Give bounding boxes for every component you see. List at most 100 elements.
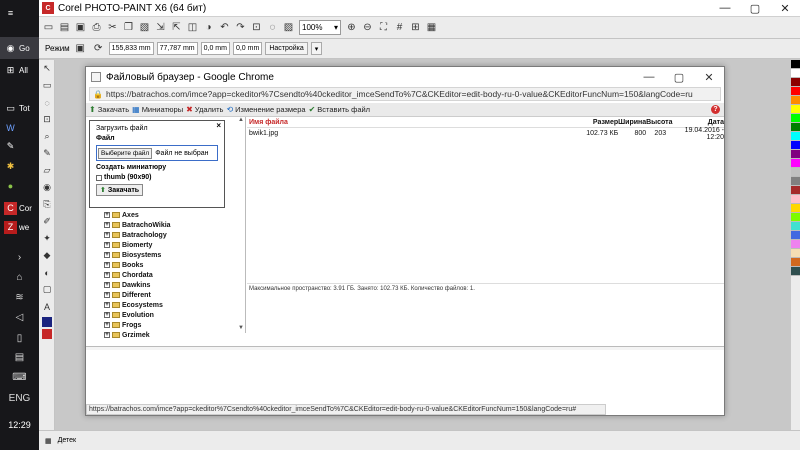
- panel-divider[interactable]: [86, 346, 724, 350]
- address-bar[interactable]: 🔒 https://batrachos.com/imce?app=ckedito…: [89, 87, 721, 101]
- taskbar-item-filezilla[interactable]: Zwe: [0, 216, 39, 238]
- expand-icon[interactable]: +: [104, 312, 110, 318]
- palette-color-swatch[interactable]: [791, 141, 800, 150]
- zoom-select[interactable]: 100% ▾: [299, 20, 341, 35]
- coord-x-field[interactable]: 155,833 mm: [108, 42, 154, 55]
- tree-item[interactable]: + Biosystems: [104, 250, 161, 260]
- maximize-button[interactable]: ▢: [740, 0, 770, 17]
- tree-item[interactable]: + Books: [104, 260, 143, 270]
- palette-color-swatch[interactable]: [791, 150, 800, 159]
- pick-tool-icon[interactable]: ↖: [39, 60, 55, 77]
- chrome-minimize-button[interactable]: —: [634, 67, 664, 87]
- expand-icon[interactable]: +: [104, 302, 110, 308]
- chrome-close-button[interactable]: ✕: [694, 67, 724, 87]
- object-icon[interactable]: ▨: [281, 20, 296, 36]
- palette-color-swatch[interactable]: [791, 78, 800, 87]
- notification-icon[interactable]: ▤: [0, 352, 39, 363]
- palette-color-swatch[interactable]: [791, 159, 800, 168]
- chrome-maximize-button[interactable]: ▢: [664, 67, 694, 87]
- close-button[interactable]: ✕: [770, 0, 800, 17]
- coord-y-field[interactable]: 77,787 mm: [156, 42, 198, 55]
- mask-tool-icon[interactable]: ▭: [39, 77, 55, 94]
- copy-icon[interactable]: ❐: [121, 20, 136, 36]
- text-tool-icon[interactable]: A: [39, 298, 55, 315]
- resize-button[interactable]: ⟲ Изменение размера: [226, 105, 305, 114]
- clock[interactable]: 12:29: [0, 420, 39, 430]
- taskbar-item-app[interactable]: ●: [0, 175, 39, 197]
- tree-item[interactable]: + Grzimek: [104, 330, 150, 340]
- new-file-icon[interactable]: ▭: [41, 20, 56, 36]
- palette-color-swatch[interactable]: [791, 204, 800, 213]
- adjust-icon[interactable]: ◑: [201, 20, 216, 36]
- zoom-fit-icon[interactable]: ⊕: [344, 20, 359, 36]
- tree-item[interactable]: + Axes: [104, 210, 139, 220]
- background-color-swatch[interactable]: [42, 329, 52, 339]
- reset-icon[interactable]: ⟳: [91, 41, 106, 57]
- clone-tool-icon[interactable]: ⎘: [39, 196, 55, 213]
- import-icon[interactable]: ⇲: [153, 20, 168, 36]
- redo-icon[interactable]: ↷: [233, 20, 248, 36]
- offset-x-field[interactable]: 0,0 mm: [200, 42, 230, 55]
- tree-item[interactable]: + Biomerty: [104, 240, 152, 250]
- cut-icon[interactable]: ✂: [105, 20, 120, 36]
- palette-color-swatch[interactable]: [791, 267, 800, 276]
- column-name[interactable]: Имя файла: [247, 119, 566, 126]
- volume-icon[interactable]: ◁: [0, 312, 39, 323]
- grid-icon[interactable]: #: [392, 20, 407, 36]
- column-height[interactable]: Высота: [646, 119, 672, 126]
- crop-tool-icon[interactable]: ⊡: [39, 111, 55, 128]
- guides-icon[interactable]: ⊞: [408, 20, 423, 36]
- taskbar-item-tot[interactable]: ▭ Tot: [0, 97, 39, 119]
- expand-icon[interactable]: +: [104, 272, 110, 278]
- thumb-checkbox[interactable]: [96, 174, 102, 181]
- mask-icon[interactable]: ◌: [265, 20, 280, 36]
- palette-color-swatch[interactable]: [791, 258, 800, 267]
- expand-icon[interactable]: +: [104, 222, 110, 228]
- foreground-color-swatch[interactable]: [42, 317, 52, 327]
- palette-color-swatch[interactable]: [791, 96, 800, 105]
- palette-color-swatch[interactable]: [791, 114, 800, 123]
- color-dropdown[interactable]: ▾: [310, 42, 323, 55]
- column-date[interactable]: Дата: [666, 119, 724, 126]
- submit-upload-button[interactable]: ⬆ Закачать: [96, 184, 144, 196]
- taskbar-item-all[interactable]: ⊞ All: [0, 59, 39, 81]
- palette-color-swatch[interactable]: [791, 222, 800, 231]
- column-size[interactable]: Размер: [566, 119, 618, 126]
- mode-icon[interactable]: ▣: [73, 41, 88, 57]
- red-eye-tool-icon[interactable]: ◉: [39, 179, 55, 196]
- network-tray-icon[interactable]: ⌂: [0, 272, 39, 283]
- fill-tool-icon[interactable]: ◆: [39, 247, 55, 264]
- chevron-right-icon[interactable]: ›: [0, 252, 39, 263]
- settings-dropdown[interactable]: Настройка: [265, 42, 308, 55]
- palette-color-swatch[interactable]: [791, 213, 800, 222]
- palette-color-swatch[interactable]: [791, 240, 800, 249]
- scroll-down-arrow[interactable]: ▼: [238, 325, 244, 331]
- taskbar-item-network[interactable]: ✱: [0, 155, 39, 177]
- choose-file-button[interactable]: Выберите файл: [98, 147, 153, 159]
- open-folder-icon[interactable]: ▤: [57, 20, 72, 36]
- lasso-tool-icon[interactable]: ◌: [39, 94, 55, 111]
- upload-button[interactable]: ⬆ Закачать: [89, 105, 129, 114]
- shape-tool-icon[interactable]: ▢: [39, 281, 55, 298]
- expand-icon[interactable]: +: [104, 322, 110, 328]
- tree-item[interactable]: + BatrachoWikia: [104, 220, 171, 230]
- eraser-tool-icon[interactable]: ▱: [39, 162, 55, 179]
- expand-icon[interactable]: +: [104, 252, 110, 258]
- taskbar-item-chrome[interactable]: ◉ Go: [0, 37, 39, 59]
- language-indicator[interactable]: ENG: [0, 393, 39, 404]
- undo-icon[interactable]: ↶: [217, 20, 232, 36]
- expand-icon[interactable]: +: [104, 242, 110, 248]
- palette-color-swatch[interactable]: [791, 168, 800, 177]
- tree-item[interactable]: + Batrachology: [104, 230, 167, 240]
- expand-icon[interactable]: +: [104, 332, 110, 338]
- thumb-option[interactable]: thumb (90x90): [96, 174, 218, 181]
- eyedropper-tool-icon[interactable]: ✎: [39, 145, 55, 162]
- hamburger-menu-icon[interactable]: ≡: [0, 2, 39, 24]
- file-input[interactable]: Выберите файл Файл не выбран: [96, 145, 218, 161]
- expand-icon[interactable]: +: [104, 292, 110, 298]
- offset-y-field[interactable]: 0,0 mm: [232, 42, 263, 55]
- status-tab[interactable]: Детек: [58, 437, 76, 444]
- crop-icon[interactable]: ⊡: [249, 20, 264, 36]
- zoom-tool-icon[interactable]: ⌕: [39, 128, 55, 145]
- expand-icon[interactable]: +: [104, 212, 110, 218]
